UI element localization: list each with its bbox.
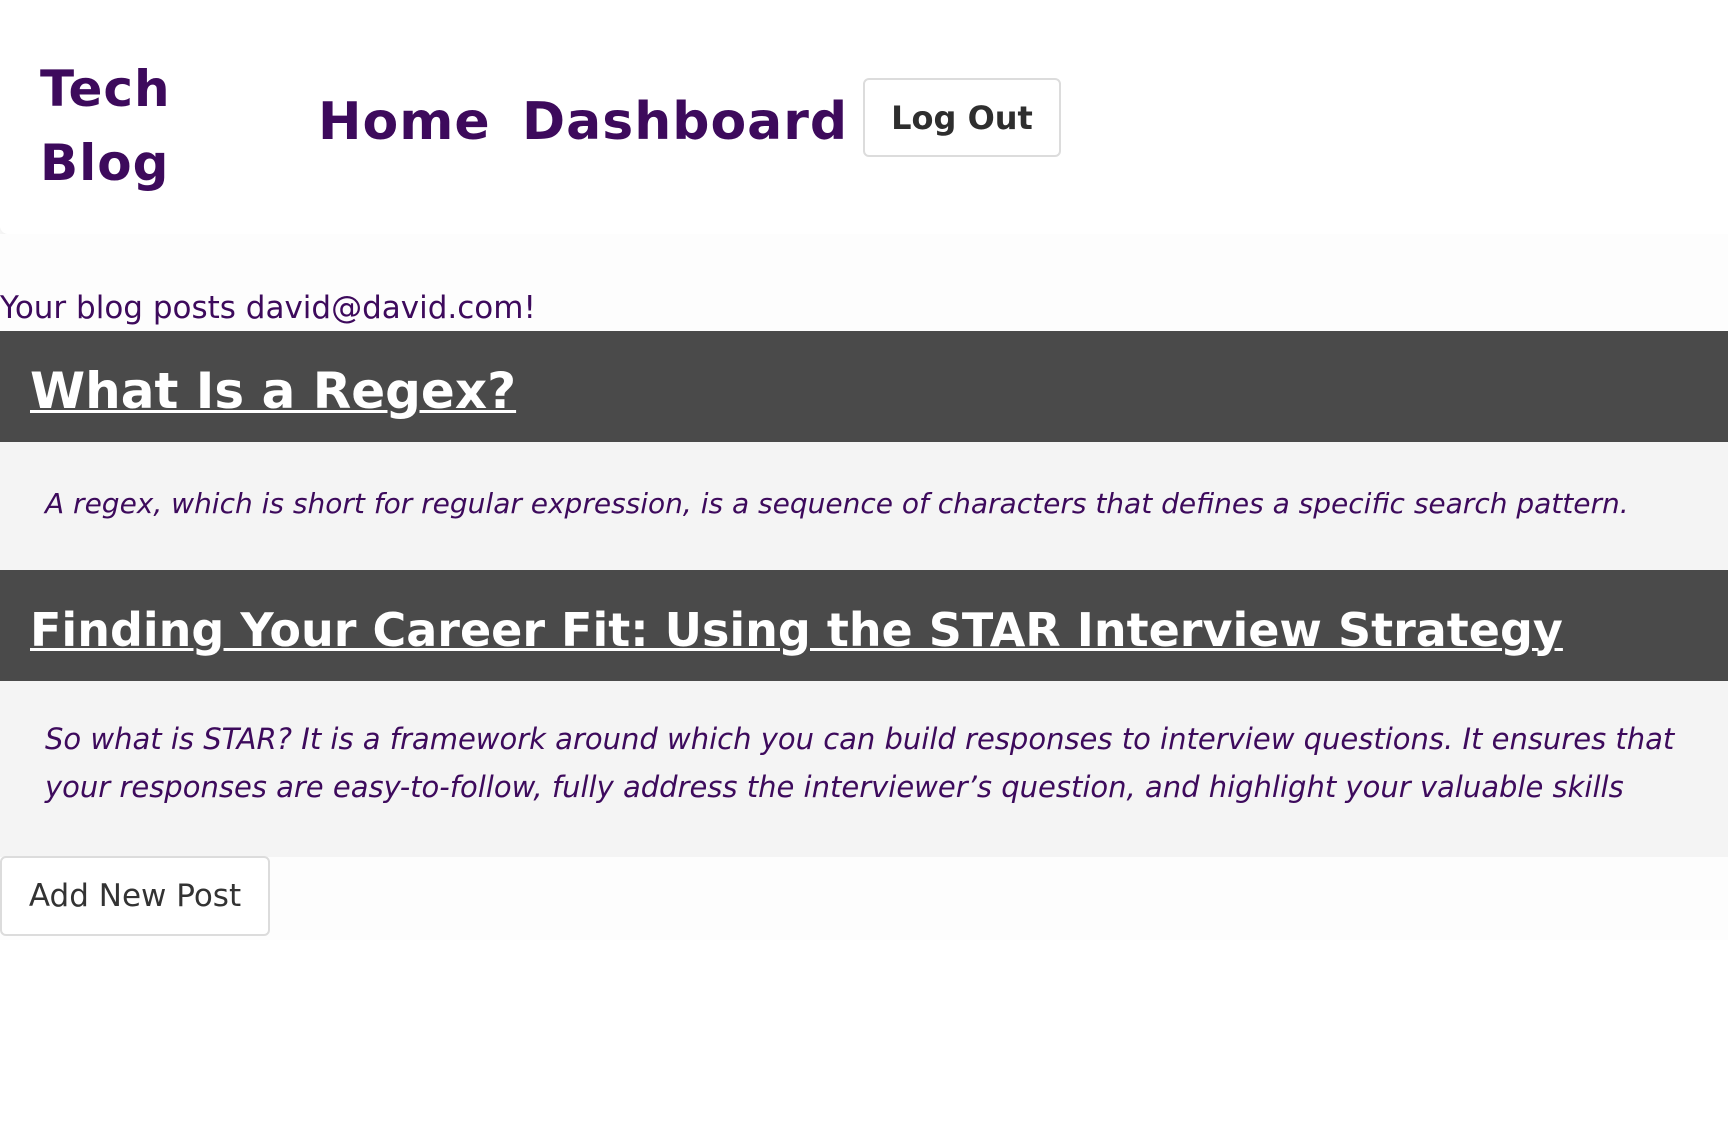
nav-home-link[interactable]: Home bbox=[318, 92, 491, 152]
nav-dashboard-link[interactable]: Dashboard bbox=[522, 92, 848, 152]
brand-line-2: Blog bbox=[40, 134, 170, 192]
post-excerpt: A regex, which is short for regular expr… bbox=[0, 442, 1728, 570]
post-card-header: What Is a Regex? bbox=[0, 331, 1728, 442]
post-excerpt: So what is STAR? It is a framework aroun… bbox=[0, 681, 1728, 857]
add-new-post-button[interactable]: Add New Post bbox=[0, 856, 270, 936]
post-card-header: Finding Your Career Fit: Using the STAR … bbox=[0, 570, 1728, 681]
site-brand[interactable]: Tech Blog bbox=[40, 52, 210, 200]
post-title-link[interactable]: Finding Your Career Fit: Using the STAR … bbox=[30, 600, 1563, 660]
brand-line-1: Tech bbox=[40, 60, 171, 118]
dashboard-greeting: Your blog posts david@david.com! bbox=[0, 290, 536, 326]
logout-button[interactable]: Log Out bbox=[863, 78, 1061, 157]
post-title-link[interactable]: What Is a Regex? bbox=[30, 361, 516, 421]
site-header: Tech Blog Home Dashboard Log Out bbox=[0, 0, 1728, 234]
post-card: What Is a Regex? A regex, which is short… bbox=[0, 331, 1728, 570]
post-card: Finding Your Career Fit: Using the STAR … bbox=[0, 570, 1728, 857]
